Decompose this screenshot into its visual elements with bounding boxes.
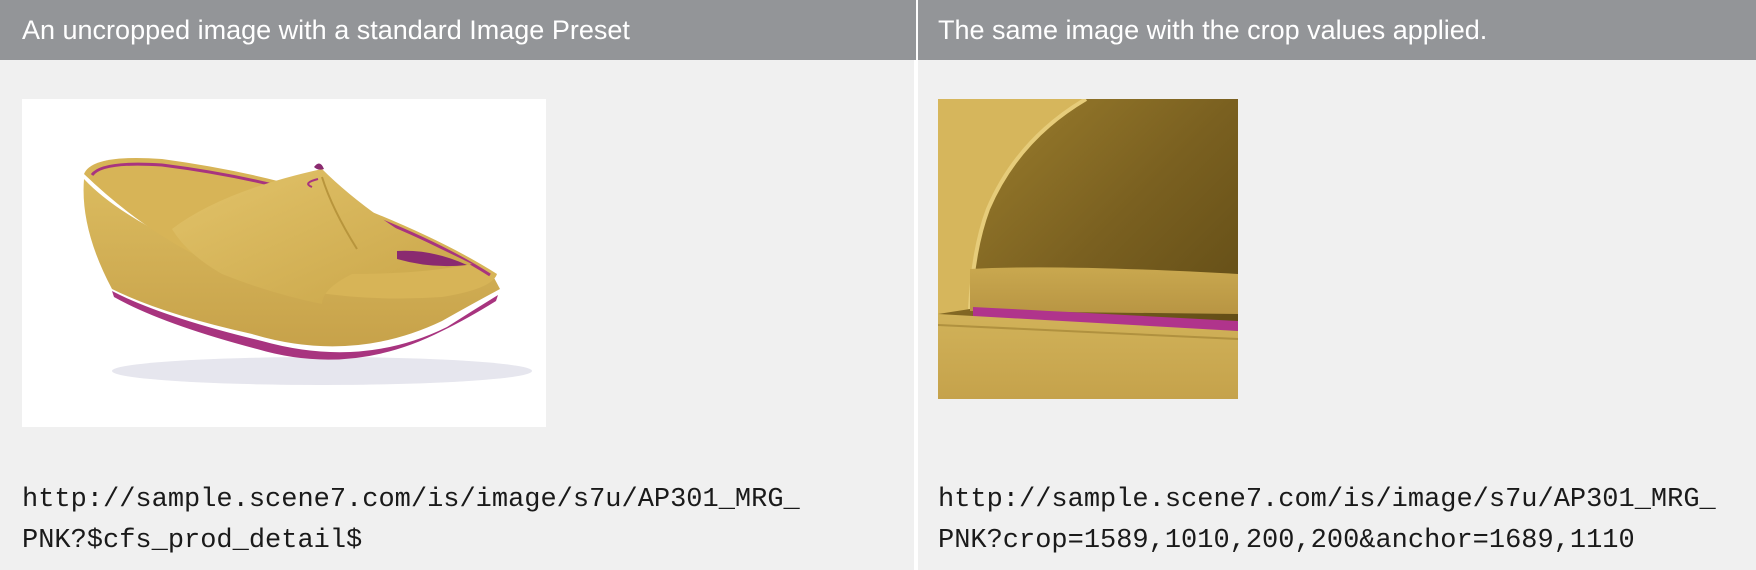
uncropped-shoe-image	[22, 99, 546, 427]
url-line-2: PNK?crop=1589,1010,200,200&anchor=1689,1…	[938, 526, 1635, 556]
header-uncropped: An uncropped image with a standard Image…	[0, 0, 918, 60]
cell-uncropped: http://sample.scene7.com/is/image/s7u/AP…	[0, 60, 918, 570]
url-line-1: http://sample.scene7.com/is/image/s7u/AP…	[938, 485, 1716, 515]
header-cropped: The same image with the crop values appl…	[918, 0, 1756, 60]
cell-cropped: http://sample.scene7.com/is/image/s7u/AP…	[918, 60, 1756, 570]
comparison-table: An uncropped image with a standard Image…	[0, 0, 1756, 570]
url-line-1: http://sample.scene7.com/is/image/s7u/AP…	[22, 485, 800, 515]
cropped-shoe-illustration	[938, 99, 1238, 399]
cropped-url: http://sample.scene7.com/is/image/s7u/AP…	[938, 480, 1716, 562]
shoe-illustration	[83, 158, 532, 385]
cropped-shoe-image	[938, 99, 1238, 399]
uncropped-url: http://sample.scene7.com/is/image/s7u/AP…	[22, 480, 800, 562]
url-line-2: PNK?$cfs_prod_detail$	[22, 526, 363, 556]
